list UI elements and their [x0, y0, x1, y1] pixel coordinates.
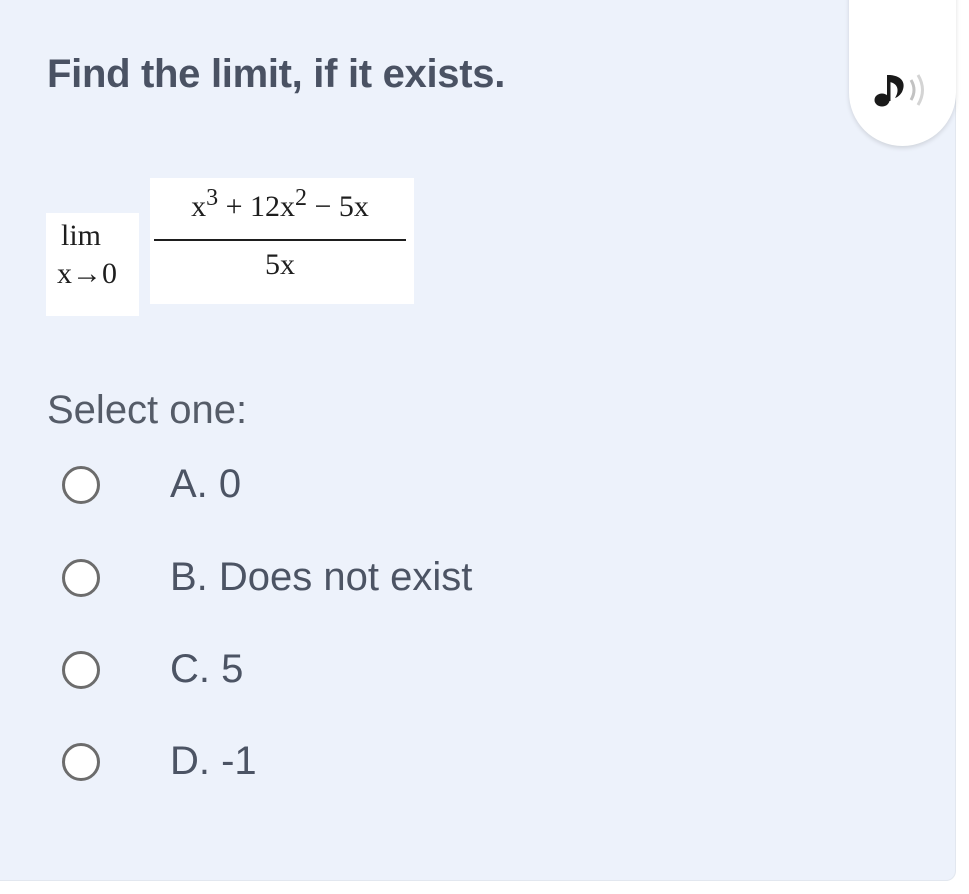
fraction-denominator: 5x — [265, 248, 295, 281]
option-label: B. Does not exist — [170, 555, 473, 599]
read-aloud-button[interactable] — [849, 0, 956, 146]
option-label: A. 0 — [170, 462, 242, 506]
numerator-minus-5x: − 5x — [307, 190, 369, 223]
exponent-2: 2 — [295, 185, 307, 211]
radio-button[interactable] — [62, 559, 100, 597]
question-card: Find the limit, if it exists. lim x→0 x3… — [0, 0, 956, 881]
numerator-x: x — [191, 190, 207, 223]
option-b[interactable]: B. Does not exist — [60, 555, 660, 611]
limit-operator: lim x→0 — [46, 213, 139, 316]
limit-expression: x3 + 12x2 − 5x 5x — [150, 178, 414, 304]
option-a[interactable]: A. 0 — [60, 462, 660, 518]
fraction-bar — [154, 239, 406, 241]
option-label: D. -1 — [170, 739, 257, 783]
speaker-note-icon — [874, 74, 924, 107]
lim-text: lim — [61, 219, 102, 252]
radio-button[interactable] — [62, 466, 100, 504]
option-d[interactable]: D. -1 — [60, 739, 660, 795]
option-c[interactable]: C. 5 — [60, 647, 660, 703]
select-one-label: Select one: — [47, 388, 248, 432]
fraction-numerator: x3 + 12x2 − 5x — [154, 186, 406, 224]
radio-button[interactable] — [62, 651, 100, 689]
exponent-3: 3 — [206, 185, 219, 211]
option-label: C. 5 — [170, 647, 244, 691]
question-title: Find the limit, if it exists. — [47, 52, 506, 96]
radio-button[interactable] — [62, 743, 100, 781]
limit-approach: x→0 — [57, 257, 117, 290]
numerator-12x: + 12x — [218, 190, 295, 223]
